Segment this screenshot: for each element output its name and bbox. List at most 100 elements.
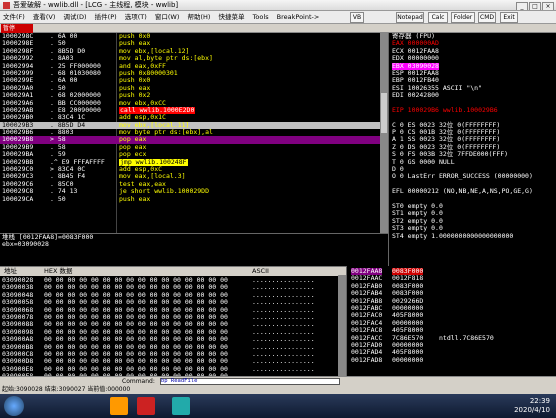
disasm-row[interactable]: 100029BA . 59 pop ecx xyxy=(0,151,388,158)
disasm-row[interactable]: 1000299E . 6A 00 push 0x0 xyxy=(0,77,388,84)
disasm-hex: . 68 02000000 xyxy=(50,92,101,100)
menu-view[interactable]: 查看(V) xyxy=(30,11,59,23)
scrollbar-thumb[interactable] xyxy=(381,93,387,133)
disasm-hex: . E8 20090000 xyxy=(50,106,101,114)
disasm-row[interactable]: 100029A6 . BB CC000000 mov ebx,0xCC xyxy=(0,100,388,107)
disasm-row[interactable]: 100029AB . E8 20090000 call wwlib.1000E2D0 xyxy=(0,106,388,115)
menu-tools[interactable]: Tools xyxy=(250,11,272,23)
disasm-address: 100029BB xyxy=(2,158,34,166)
status-bar: 起始:3090028 结束:3090027 当前值:000000 xyxy=(0,385,556,394)
disasm-row[interactable]: 100029B8 > 58 pop eax xyxy=(0,136,388,144)
disasm-hex: . 68 01030080 xyxy=(50,69,101,77)
memory-dump-pane[interactable]: 地址 HEX 数据 ASCII 03090028 00 00 00 00 00 0… xyxy=(0,266,346,376)
stack-pane[interactable]: 0012FAA8 0083F000 0012FAAC 0012F818 0012FAB0… xyxy=(346,266,556,376)
disasm-row[interactable]: 10002994 . 25 FF000000 and eax,0xFF xyxy=(0,63,388,70)
toolbar-cmd-button[interactable]: CMD xyxy=(478,12,496,23)
window-controls: _ □ × xyxy=(515,1,554,10)
disasm-row[interactable]: 10002999 . 68 01030080 push 0x80000301 xyxy=(0,70,388,77)
disasm-hex: . 50 xyxy=(50,195,66,203)
disasm-row[interactable]: 100029CA . 50 push eax xyxy=(0,196,388,203)
stack-row[interactable]: 0012FAD8 00000000 xyxy=(347,355,556,364)
disasm-row[interactable]: 100029BB .^ E9 FFFAFFFF jmp wwlib.100248F xyxy=(0,158,388,166)
toolbar-exit-button[interactable]: Exit xyxy=(500,12,518,23)
disassembly-pane[interactable]: 1000298C . 6A 00 push 0x0 1000298E . 50 push … xyxy=(0,33,388,233)
app-icon xyxy=(3,2,10,9)
register-text: ST4 empty 1.0000000000000000000 xyxy=(392,231,514,240)
taskbar: 22:39 2020/4/10 xyxy=(0,394,556,418)
disasm-row[interactable]: 10002992 . 8A03 mov al,byte ptr ds:[ebx] xyxy=(0,55,388,62)
taskbar-app-folder-icon[interactable] xyxy=(110,397,128,415)
disasm-instruction: add esp,0xC xyxy=(119,166,163,174)
paused-indicator: 暂停 xyxy=(1,24,33,33)
disasm-row[interactable]: 100029B6 . 8803 mov byte ptr ds:[ebx],al xyxy=(0,129,388,136)
disasm-instruction: mov byte ptr ds:[ebx],al xyxy=(119,129,213,137)
maximize-button[interactable]: □ xyxy=(529,2,541,10)
disasm-hex: . 6A 00 xyxy=(50,77,78,85)
register-line[interactable]: O 0 LastErr ERROR_SUCCESS (00000000) xyxy=(389,173,556,180)
disasm-row[interactable]: 1000298C . 6A 00 push 0x0 xyxy=(0,33,388,40)
register-line[interactable]: EFL 00000212 (NO,NB,NE,A,NS,PO,GE,G) xyxy=(389,187,556,195)
system-clock: 22:39 2020/4/10 xyxy=(514,397,550,415)
dump-scrollbar[interactable] xyxy=(338,275,346,376)
menu-window[interactable]: 窗口(W) xyxy=(152,11,183,23)
menu-file[interactable]: 文件(F) xyxy=(0,11,28,23)
toolbar-vb-button[interactable]: VB xyxy=(350,12,364,23)
disasm-instruction: push eax xyxy=(119,84,151,92)
register-line[interactable]: ST4 empty 1.0000000000000000000 xyxy=(389,231,556,240)
disasm-row[interactable]: 100029C8 . 74 13 je short wwlib.100029DD xyxy=(0,188,388,195)
disasm-address: 10002994 xyxy=(2,62,34,70)
stack-comment: ntdll.7C86E570 xyxy=(439,333,494,342)
menu-options[interactable]: 选项(T) xyxy=(122,11,150,23)
disasm-hex: . 25 FF000000 xyxy=(50,62,101,70)
disasm-hex: . 50 xyxy=(50,84,66,92)
dump-header-address[interactable]: 地址 xyxy=(4,267,17,276)
disasm-instruction: push 0x0 xyxy=(119,77,151,85)
taskbar-app-debugger-icon[interactable] xyxy=(137,397,155,415)
disasm-row[interactable]: 100029B0 . 83C4 1C add esp,0x1C xyxy=(0,114,388,121)
command-input[interactable]: bp ReadFile xyxy=(160,378,340,385)
dump-header-ascii[interactable]: ASCII xyxy=(252,267,269,276)
menu-plugins[interactable]: 插件(P) xyxy=(92,11,120,23)
disasm-row[interactable]: 1000298E . 50 push eax xyxy=(0,40,388,47)
disasm-hex: . 59 xyxy=(50,151,66,159)
disasm-row[interactable]: 100029A0 . 50 push eax xyxy=(0,85,388,92)
disasm-row[interactable]: 1000298F . 8B5D D0 mov ebx,[local.12] xyxy=(0,48,388,55)
disassembly-scrollbar[interactable] xyxy=(380,33,388,233)
disasm-row[interactable]: 100029B9 . 58 pop eax xyxy=(0,144,388,151)
disassembly-rows: 1000298C . 6A 00 push 0x0 1000298E . 50 push … xyxy=(0,33,388,203)
disasm-instruction: and eax,0xFF xyxy=(119,62,166,70)
disasm-hex: . BB CC000000 xyxy=(50,99,101,107)
register-line[interactable]: EDI 00242800 xyxy=(389,91,556,99)
disasm-row[interactable]: 100029A1 . 68 02000000 push 0x2 xyxy=(0,92,388,99)
disasm-row[interactable]: 100029C6 . 85C0 test eax,eax xyxy=(0,181,388,188)
taskbar-app-tool-icon[interactable] xyxy=(172,397,190,415)
registers-pane[interactable]: 寄存器 (FPU) EAX 000000AD ECX 0012FAA8 EDX 00… xyxy=(388,33,556,266)
dump-header-hex[interactable]: HEX 数据 xyxy=(44,267,73,276)
register-rows: EAX 000000AD ECX 0012FAA8 EDX 00000000 EBX … xyxy=(389,40,556,240)
disasm-address: 100029C6 xyxy=(2,180,34,188)
menu-debug[interactable]: 调试(D) xyxy=(61,11,90,23)
minimize-button[interactable]: _ xyxy=(516,2,528,10)
disasm-row[interactable]: 100029B3 . 8B5D D4 mov ebx,[local.11] xyxy=(0,121,388,130)
register-line[interactable]: T 0 GS 0000 NULL xyxy=(389,158,556,166)
toolbar-notepad-button[interactable]: Notepad xyxy=(396,12,424,23)
stack-address: 0012FAD8 xyxy=(351,355,383,364)
menu-breakpoint[interactable]: BreakPoint-> xyxy=(274,11,323,23)
menu-bar: 文件(F) 查看(V) 调试(D) 插件(P) 选项(T) 窗口(W) 帮助(H… xyxy=(0,11,556,24)
disasm-address: 100029B0 xyxy=(2,114,34,122)
menu-shortcuts[interactable]: 快捷菜单 xyxy=(215,11,247,23)
menu-help[interactable]: 帮助(H) xyxy=(184,11,213,23)
disasm-instruction: mov ebx,[local.11] xyxy=(119,121,190,129)
register-line[interactable]: EIP 100029B6 wwlib.100029B6 xyxy=(389,106,556,114)
clock-date: 2020/4/10 xyxy=(514,406,550,414)
disasm-row[interactable]: 100029C0 > 83C4 0C add esp,0xC xyxy=(0,166,388,173)
toolbar-calc-button[interactable]: Calc xyxy=(428,12,448,23)
close-button[interactable]: × xyxy=(542,2,554,10)
disasm-instruction: mov ebx,[local.12] xyxy=(119,47,190,55)
disasm-row[interactable]: 100029C3 . 8B45 F4 mov eax,[local.3] xyxy=(0,173,388,180)
start-button[interactable] xyxy=(4,396,24,416)
disasm-address: 100029B8 xyxy=(2,136,34,144)
toolbar-folder-button[interactable]: Folder xyxy=(451,12,475,23)
stack-value: 00000000 xyxy=(392,355,424,364)
info-pane: 堆栈 [0012FAA8]=0083F000 ebx=03090028 xyxy=(0,233,388,265)
